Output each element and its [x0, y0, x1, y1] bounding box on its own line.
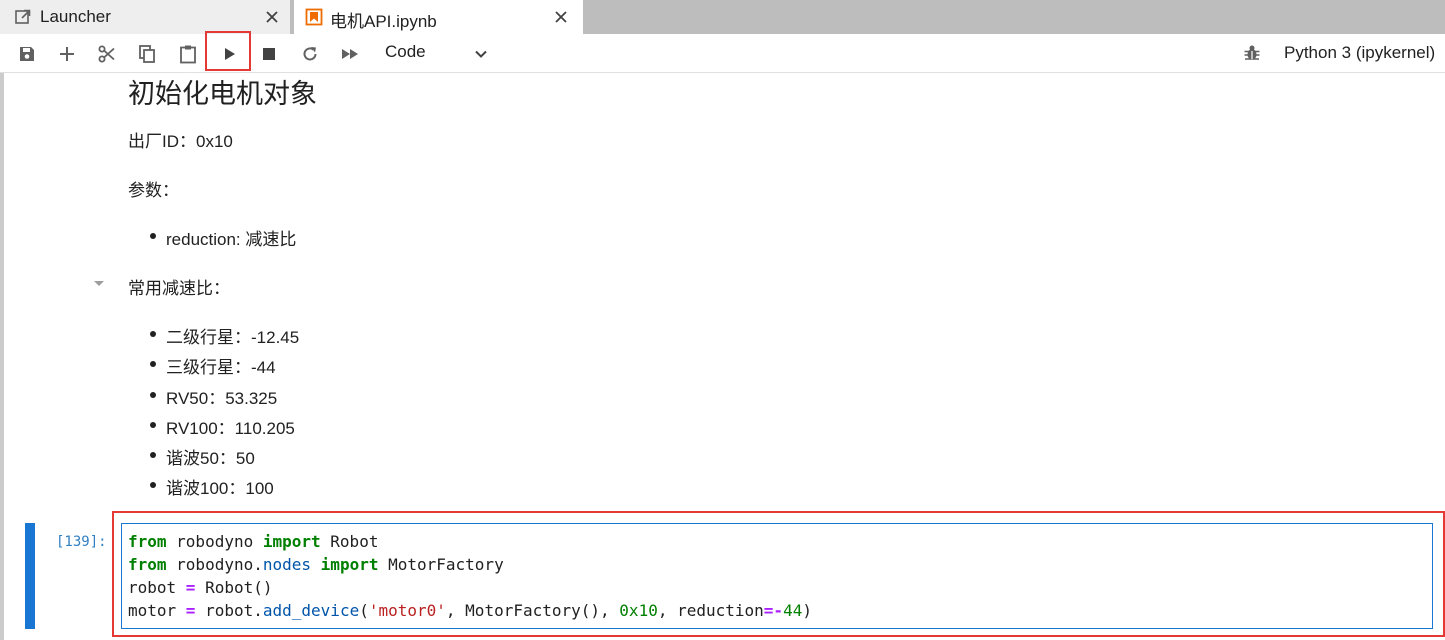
restart-button[interactable] — [297, 41, 323, 67]
list-item: RV50：53.325 — [166, 389, 278, 408]
markdown-heading: 初始化电机对象 — [128, 79, 317, 109]
code-line: from robodyno import Robot — [128, 532, 379, 551]
restart-icon — [303, 47, 317, 61]
code-line: robot = Robot() — [128, 578, 273, 597]
panel-edge — [0, 73, 4, 640]
interrupt-button[interactable] — [256, 41, 282, 67]
bullet — [150, 233, 156, 239]
copy-icon — [139, 45, 155, 63]
save-icon — [20, 47, 34, 61]
code-line: from robodyno.nodes import MotorFactory — [128, 555, 504, 574]
cell-type-select[interactable]: Code — [385, 42, 426, 62]
list-item: 三级行星：-44 — [166, 358, 276, 377]
bullet — [150, 361, 156, 367]
close-icon[interactable] — [553, 9, 569, 25]
paste-button[interactable] — [175, 41, 201, 67]
notebook-icon — [305, 8, 323, 26]
tab-notebook[interactable]: 电机API.ipynb — [294, 0, 583, 35]
save-button[interactable] — [14, 41, 40, 67]
chevron-down-icon[interactable] — [472, 45, 490, 63]
run-button-highlight — [205, 31, 251, 71]
fast-forward-icon — [342, 49, 358, 59]
tab-label: 电机API.ipynb — [330, 12, 437, 31]
list-item: reduction: 减速比 — [166, 230, 297, 249]
cut-icon — [98, 45, 115, 63]
collapse-caret-icon[interactable] — [93, 280, 105, 288]
plus-icon — [60, 47, 74, 61]
launcher-icon — [15, 9, 31, 24]
paste-icon — [180, 45, 196, 64]
kernel-name[interactable]: Python 3 (ipykernel) — [1284, 43, 1435, 63]
list-item: 谐波100：100 — [166, 479, 274, 498]
tab-launcher[interactable]: Launcher — [0, 0, 291, 34]
bug-icon[interactable] — [1242, 43, 1262, 63]
list-item: 二级行星：-12.45 — [166, 328, 300, 347]
list-item: 谐波50：50 — [166, 449, 255, 468]
copy-button[interactable] — [134, 41, 160, 67]
common-ratios-label: 常用减速比： — [128, 279, 230, 298]
tab-bar: Launcher 电机API.ipynb — [0, 0, 1445, 35]
cell-collapser[interactable] — [25, 523, 35, 629]
restart-run-all-button[interactable] — [337, 41, 363, 67]
execution-count: [139]: — [56, 534, 107, 550]
factory-id-text: 出厂ID：0x10 — [128, 132, 233, 151]
close-icon[interactable] — [264, 9, 280, 25]
bullet — [150, 482, 156, 488]
bullet — [150, 452, 156, 458]
stop-icon — [263, 48, 275, 60]
bullet — [150, 331, 156, 337]
list-item: RV100：110.205 — [166, 419, 295, 438]
insert-cell-button[interactable] — [54, 41, 80, 67]
cut-button[interactable] — [94, 41, 120, 67]
code-line: motor = robot.add_device('motor0', Motor… — [128, 601, 812, 620]
bullet — [150, 422, 156, 428]
params-label: 参数： — [128, 181, 179, 200]
bullet — [150, 392, 156, 398]
tab-label: Launcher — [40, 7, 111, 26]
